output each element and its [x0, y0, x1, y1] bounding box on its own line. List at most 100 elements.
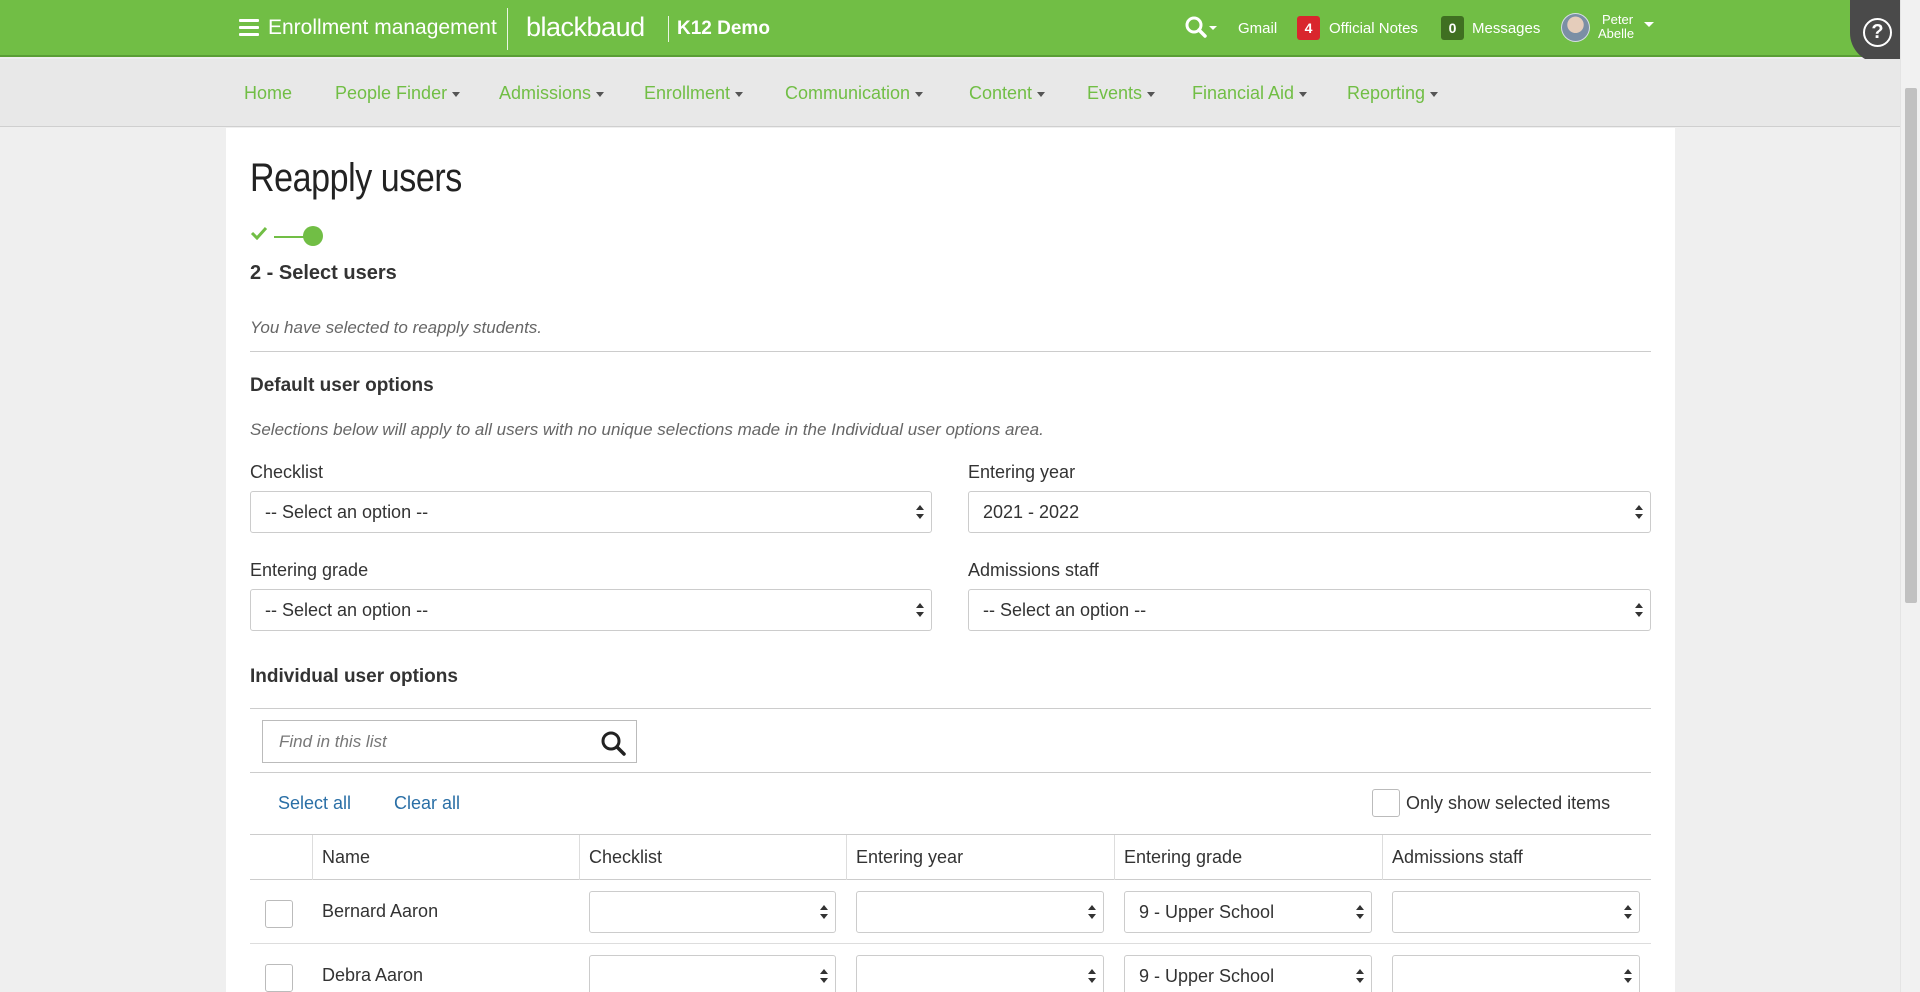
user-avatar[interactable] — [1561, 13, 1590, 42]
admissions-staff-label: Admissions staff — [968, 560, 1099, 580]
main-nav: Home People Finder Admissions Enrollment… — [0, 59, 1900, 127]
nav-reporting[interactable]: Reporting — [1347, 83, 1439, 104]
table-row: Bernard Aaron 9 - Upper School — [250, 880, 1651, 944]
step-current-indicator — [303, 226, 323, 246]
caret-down-icon — [1147, 91, 1156, 97]
search-icon — [1185, 16, 1217, 38]
messages-link[interactable]: Messages — [1472, 20, 1540, 37]
nav-events[interactable]: Events — [1087, 83, 1156, 104]
nav-communication[interactable]: Communication — [785, 83, 924, 104]
column-header-entering-grade[interactable]: Entering grade — [1114, 835, 1382, 880]
select-arrows-icon — [1356, 969, 1364, 984]
row-checklist-select[interactable] — [589, 955, 836, 992]
column-header-name[interactable]: Name — [312, 835, 579, 880]
main-content: Reapply users 2 - Select users You have … — [226, 128, 1675, 992]
messages-count-badge[interactable]: 0 — [1441, 16, 1464, 40]
select-arrows-icon — [1624, 905, 1632, 920]
official-notes-link[interactable]: Official Notes — [1329, 20, 1418, 37]
nav-label: Communication — [785, 83, 911, 103]
caret-down-icon — [1430, 91, 1439, 97]
nav-label: Content — [969, 83, 1033, 103]
user-menu[interactable]: Peter Abelle — [1598, 13, 1634, 41]
table-header: Name Checklist Entering year Entering gr… — [250, 834, 1651, 880]
row-admissions-staff-select[interactable] — [1392, 955, 1640, 992]
user-name: Debra Aaron — [322, 965, 424, 985]
divider — [250, 708, 1651, 709]
checklist-label: Checklist — [250, 462, 324, 482]
select-arrows-icon — [820, 905, 828, 920]
list-search — [262, 720, 637, 763]
default-checklist-select[interactable]: -- Select an option -- — [250, 491, 932, 533]
list-search-input[interactable] — [263, 721, 583, 762]
search-icon[interactable] — [600, 730, 626, 756]
select-arrows-icon — [1624, 969, 1632, 984]
nav-home[interactable]: Home — [244, 83, 292, 104]
select-value: 9 - Upper School — [1139, 966, 1275, 986]
default-entering-year-select[interactable]: 2021 - 2022 — [968, 491, 1651, 533]
table-row: Debra Aaron 9 - Upper School — [250, 944, 1651, 992]
column-header-checklist[interactable]: Checklist — [579, 835, 846, 880]
top-bar: Enrollment management blackbaud K12 Demo… — [0, 0, 1920, 57]
column-header-admissions-staff[interactable]: Admissions staff — [1382, 835, 1651, 880]
default-entering-grade-select[interactable]: -- Select an option -- — [250, 589, 932, 631]
select-value: 9 - Upper School — [1139, 902, 1275, 922]
page-scrollbar[interactable] — [1900, 0, 1920, 992]
user-menu-chevron-down-icon[interactable] — [1644, 22, 1654, 27]
brand-logo: blackbaud — [526, 12, 645, 42]
select-arrows-icon — [1635, 603, 1643, 618]
select-arrows-icon — [1635, 505, 1643, 520]
select-arrows-icon — [1088, 969, 1096, 984]
row-select-checkbox[interactable] — [265, 964, 293, 992]
divider — [250, 351, 1651, 352]
nav-people-finder[interactable]: People Finder — [335, 83, 461, 104]
row-select-checkbox[interactable] — [265, 900, 293, 928]
default-options-description: Selections below will apply to all users… — [250, 420, 1044, 439]
global-search-button[interactable] — [1183, 14, 1219, 42]
row-entering-grade-select[interactable]: 9 - Upper School — [1124, 955, 1372, 992]
nav-label: Home — [244, 83, 293, 103]
row-entering-year-select[interactable] — [856, 955, 1104, 992]
default-admissions-staff-select[interactable]: -- Select an option -- — [968, 589, 1651, 631]
user-first-name: Peter — [1602, 12, 1634, 27]
official-notes-count-badge[interactable]: 4 — [1297, 16, 1320, 40]
row-entering-grade-select[interactable]: 9 - Upper School — [1124, 891, 1372, 933]
caret-down-icon — [915, 91, 924, 97]
nav-content[interactable]: Content — [969, 83, 1046, 104]
help-icon: ? — [1863, 18, 1892, 47]
caret-down-icon — [1037, 91, 1046, 97]
divider — [250, 772, 1651, 773]
select-arrows-icon — [1356, 905, 1364, 920]
select-value: -- Select an option -- — [265, 600, 429, 620]
gmail-link[interactable]: Gmail — [1238, 20, 1277, 37]
app-title[interactable]: Enrollment management — [268, 16, 497, 40]
entering-grade-label: Entering grade — [250, 560, 369, 580]
step-complete-check-icon — [250, 226, 268, 240]
select-value: -- Select an option -- — [983, 600, 1147, 620]
entering-year-label: Entering year — [968, 462, 1076, 482]
menu-icon[interactable] — [239, 19, 259, 37]
nav-admissions[interactable]: Admissions — [499, 83, 605, 104]
nav-label: People Finder — [335, 83, 448, 103]
select-all-link[interactable]: Select all — [278, 793, 351, 814]
row-admissions-staff-select[interactable] — [1392, 891, 1640, 933]
row-entering-year-select[interactable] — [856, 891, 1104, 933]
clear-all-link[interactable]: Clear all — [394, 793, 460, 814]
column-header-entering-year[interactable]: Entering year — [846, 835, 1114, 880]
user-name: Bernard Aaron — [322, 901, 439, 921]
row-checklist-select[interactable] — [589, 891, 836, 933]
only-show-selected-checkbox[interactable] — [1372, 789, 1400, 817]
nav-label: Financial Aid — [1192, 83, 1295, 103]
header-divider — [507, 8, 508, 50]
caret-down-icon — [452, 91, 461, 97]
select-arrows-icon — [916, 603, 924, 618]
nav-financial-aid[interactable]: Financial Aid — [1192, 83, 1308, 104]
scrollbar-thumb[interactable] — [1905, 88, 1917, 603]
nav-label: Admissions — [499, 83, 592, 103]
caret-down-icon — [596, 91, 605, 97]
page-title: Reapply users — [250, 156, 462, 200]
step-connector — [274, 236, 304, 238]
select-arrows-icon — [1088, 905, 1096, 920]
nav-enrollment[interactable]: Enrollment — [644, 83, 744, 104]
only-show-selected-label: Only show selected items — [1406, 793, 1611, 813]
step-label: 2 - Select users — [250, 262, 397, 284]
